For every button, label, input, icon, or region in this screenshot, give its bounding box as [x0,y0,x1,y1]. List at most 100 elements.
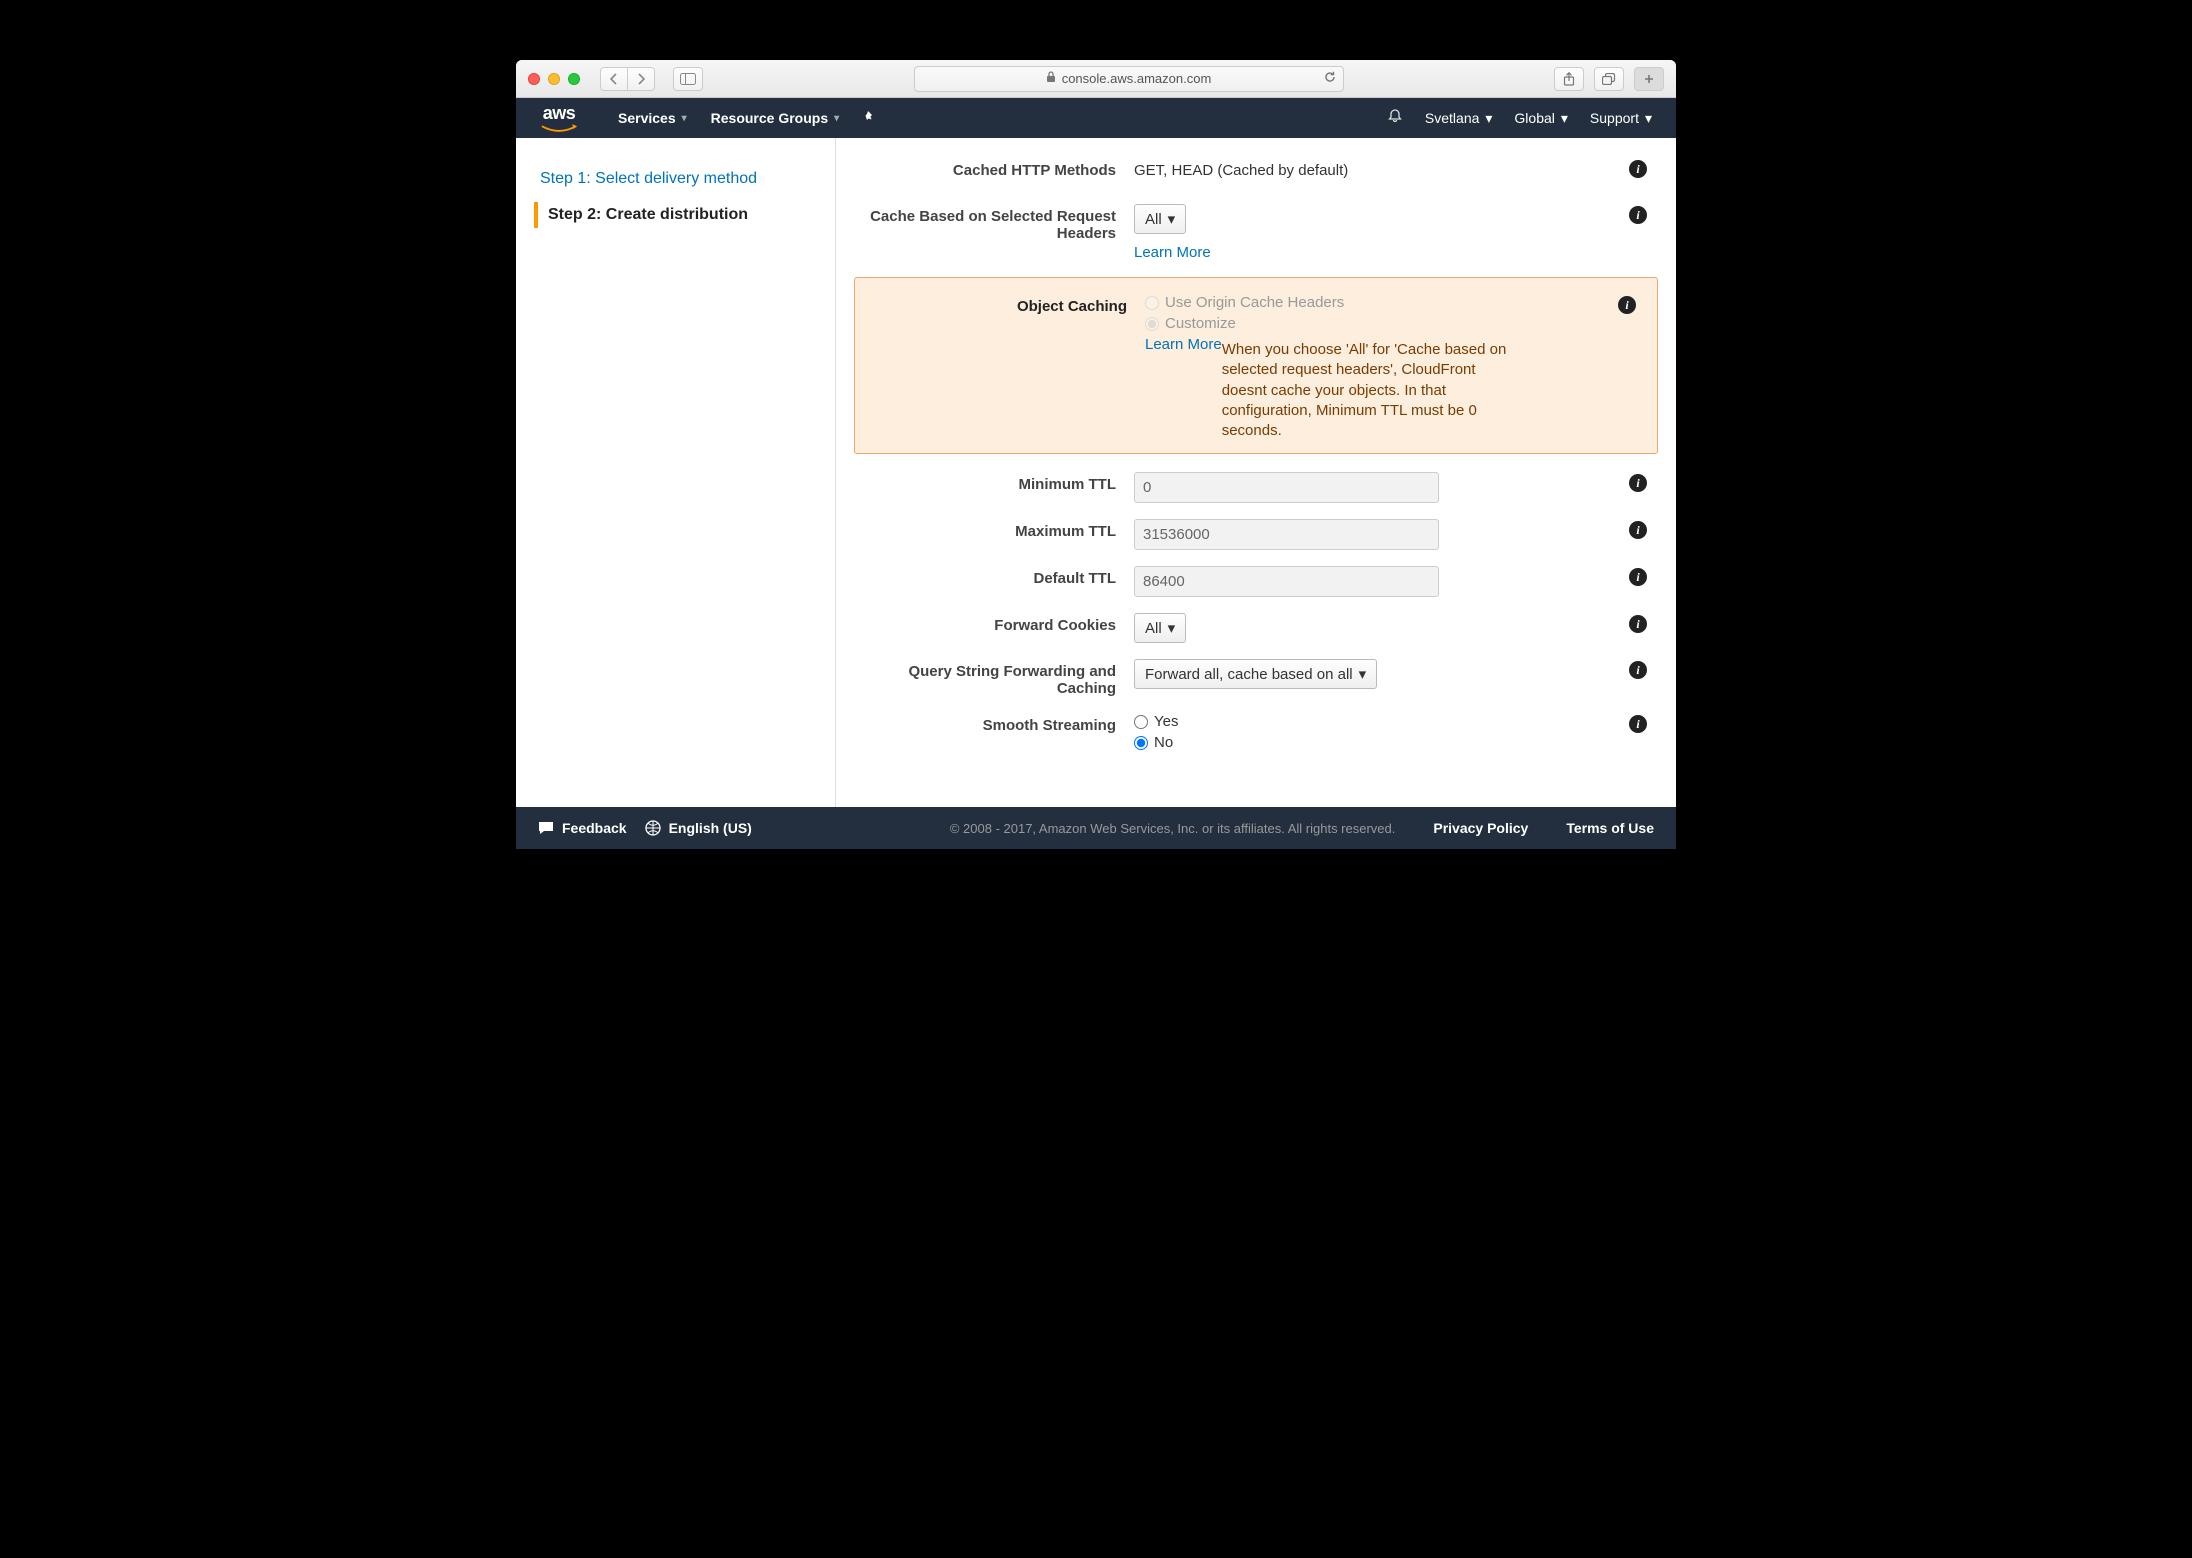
label-default-ttl: Default TTL [854,566,1134,587]
row-default-ttl: Default TTL i [854,566,1658,597]
browser-window: console.aws.amazon.com aws [516,60,1676,849]
forward-button[interactable] [627,67,655,91]
region-label: Global [1514,110,1554,126]
support-label: Support [1590,110,1639,126]
language-label: English (US) [669,820,752,836]
row-query-string: Query String Forwarding and Caching Forw… [854,659,1658,697]
minimize-window-button[interactable] [548,73,560,85]
reload-icon[interactable] [1323,70,1337,87]
info-icon[interactable]: i [1629,615,1647,633]
terms-link[interactable]: Terms of Use [1566,820,1654,836]
select-value: Forward all, cache based on all [1145,666,1353,683]
chevron-down-icon: ▾ [1645,110,1652,127]
radio-use-origin-input [1145,296,1159,310]
chevron-down-icon: ▾ [1168,619,1176,637]
main-content: Step 1: Select delivery method Step 2: C… [516,138,1676,807]
tabs-button[interactable] [1594,67,1624,91]
learn-more-link[interactable]: Learn More [1145,336,1222,353]
address-bar[interactable]: console.aws.amazon.com [914,66,1344,92]
pin-icon[interactable] [863,110,877,127]
radio-smooth-no-label: No [1154,734,1173,751]
services-label: Services [618,110,676,126]
chevron-down-icon: ▾ [1359,665,1367,683]
nav-buttons [600,67,655,91]
back-button[interactable] [600,67,628,91]
wizard-step-2: Step 2: Create distribution [534,202,817,228]
select-value: All [1145,211,1162,228]
form-panel: Cached HTTP Methods GET, HEAD (Cached by… [836,138,1676,807]
address-bar-wrap: console.aws.amazon.com [713,66,1544,92]
radio-smooth-no-input[interactable] [1134,736,1148,750]
url-text: console.aws.amazon.com [1062,71,1212,86]
info-icon[interactable]: i [1629,206,1647,224]
input-min-ttl [1134,472,1439,503]
chevron-down-icon: ▾ [834,113,839,124]
info-icon[interactable]: i [1629,661,1647,679]
radio-smooth-yes-label: Yes [1154,713,1178,730]
value-cached-methods: GET, HEAD (Cached by default) [1134,158,1348,179]
info-icon[interactable]: i [1618,296,1636,314]
radio-smooth-yes-input[interactable] [1134,715,1148,729]
notifications-icon[interactable] [1387,108,1403,129]
services-menu[interactable]: Services ▾ [618,110,687,126]
aws-logo[interactable]: aws [540,103,578,134]
label-min-ttl: Minimum TTL [854,472,1134,493]
browser-titlebar: console.aws.amazon.com [516,60,1676,98]
user-label: Svetlana [1425,110,1479,126]
select-forward-cookies[interactable]: All ▾ [1134,613,1186,643]
account-menu[interactable]: Svetlana ▾ [1425,110,1493,127]
label-object-caching: Object Caching [865,294,1145,315]
info-icon[interactable]: i [1629,474,1647,492]
info-icon[interactable]: i [1629,568,1647,586]
row-max-ttl: Maximum TTL i [854,519,1658,550]
language-selector[interactable]: English (US) [645,820,752,836]
select-cache-headers[interactable]: All ▾ [1134,204,1186,234]
select-value: All [1145,620,1162,637]
aws-nav-right: Svetlana ▾ Global ▾ Support ▾ [1387,108,1652,129]
resource-groups-menu[interactable]: Resource Groups ▾ [711,110,840,126]
label-cached-methods: Cached HTTP Methods [854,158,1134,179]
row-min-ttl: Minimum TTL i [854,472,1658,503]
row-cached-methods: Cached HTTP Methods GET, HEAD (Cached by… [854,158,1658,188]
new-tab-button[interactable] [1634,67,1664,91]
learn-more-link[interactable]: Learn More [1134,244,1211,261]
fullscreen-window-button[interactable] [568,73,580,85]
radio-use-origin-label: Use Origin Cache Headers [1165,294,1344,311]
share-button[interactable] [1554,67,1584,91]
row-forward-cookies: Forward Cookies All ▾ i [854,613,1658,643]
radio-use-origin: Use Origin Cache Headers [1145,294,1344,311]
support-menu[interactable]: Support ▾ [1590,110,1652,127]
row-smooth-streaming: Smooth Streaming Yes No i [854,713,1658,751]
region-menu[interactable]: Global ▾ [1514,110,1568,127]
feedback-button[interactable]: Feedback [538,820,627,836]
chevron-down-icon: ▾ [1485,110,1492,127]
aws-top-nav: aws Services ▾ Resource Groups ▾ Svetlan… [516,98,1676,138]
input-default-ttl [1134,566,1439,597]
radio-smooth-no[interactable]: No [1134,734,1173,751]
window-controls [528,73,580,85]
info-icon[interactable]: i [1629,715,1647,733]
aws-nav-left: Services ▾ Resource Groups ▾ [618,110,877,127]
row-cache-headers: Cache Based on Selected Request Headers … [854,204,1658,261]
chevron-down-icon: ▾ [1561,110,1568,127]
chevron-down-icon: ▾ [682,113,687,124]
info-icon[interactable]: i [1629,521,1647,539]
object-caching-note: When you choose 'All' for 'Cache based o… [1222,340,1512,441]
wizard-sidebar: Step 1: Select delivery method Step 2: C… [516,138,836,807]
label-cache-headers: Cache Based on Selected Request Headers [854,204,1134,242]
object-caching-highlight: Object Caching Use Origin Cache Headers … [854,277,1658,454]
radio-customize-label: Customize [1165,315,1236,332]
privacy-link[interactable]: Privacy Policy [1433,820,1528,836]
input-max-ttl [1134,519,1439,550]
radio-smooth-yes[interactable]: Yes [1134,713,1178,730]
sidebar-toggle-button[interactable] [673,67,703,91]
aws-footer: Feedback English (US) © 2008 - 2017, Ama… [516,807,1676,849]
close-window-button[interactable] [528,73,540,85]
select-query-string[interactable]: Forward all, cache based on all ▾ [1134,659,1377,689]
radio-customize: Customize [1145,315,1236,332]
wizard-step-1[interactable]: Step 1: Select delivery method [534,166,817,192]
info-icon[interactable]: i [1629,160,1647,178]
label-query-string: Query String Forwarding and Caching [854,659,1134,697]
copyright-text: © 2008 - 2017, Amazon Web Services, Inc.… [950,821,1396,836]
radio-customize-input [1145,317,1159,331]
